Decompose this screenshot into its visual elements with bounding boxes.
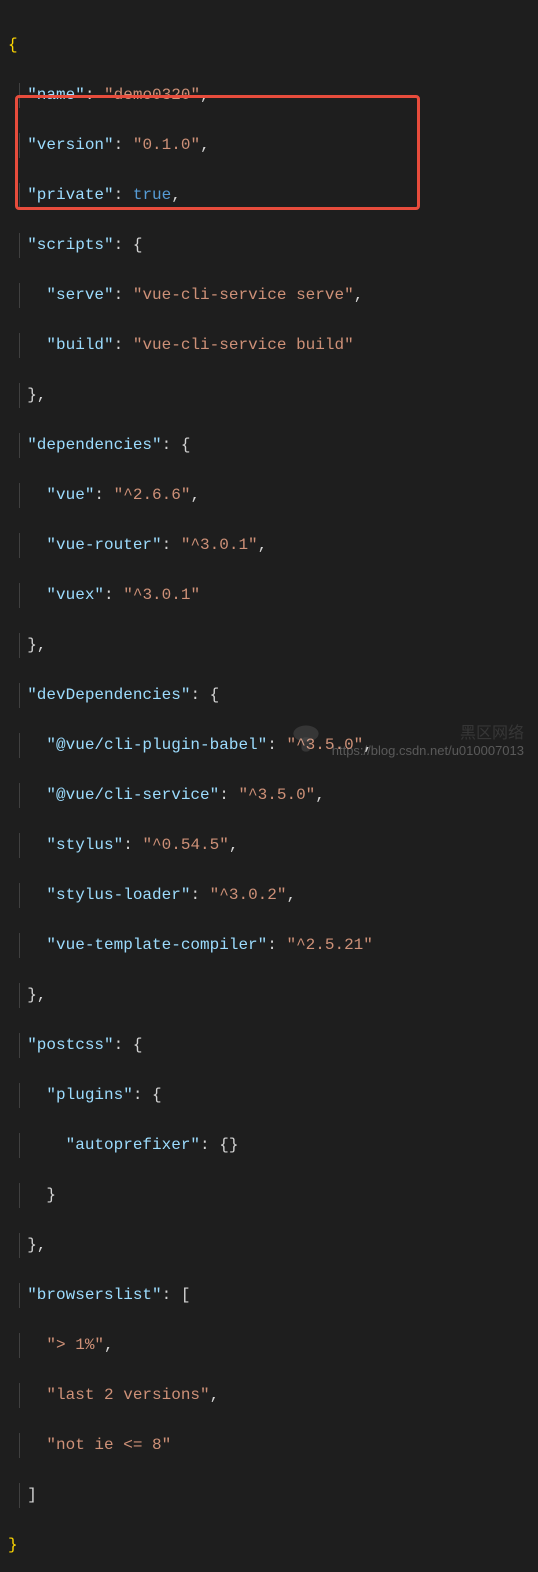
json-value: "^2.6.6" — [114, 486, 191, 504]
code-line: "stylus": "^0.54.5", — [0, 833, 538, 858]
watermark-url: https://blog.csdn.net/u010007013 — [332, 743, 524, 758]
json-key: "name" — [27, 86, 85, 104]
code-editor[interactable]: { "name": "demo0320", "version": "0.1.0"… — [0, 8, 538, 1572]
code-line: } — [0, 1183, 538, 1208]
json-value: "^2.5.21" — [286, 936, 372, 954]
code-line: "vuex": "^3.0.1" — [0, 583, 538, 608]
code-line: }, — [0, 383, 538, 408]
json-value: "^3.0.1" — [181, 536, 258, 554]
code-line: "vue": "^2.6.6", — [0, 483, 538, 508]
json-key: "vuex" — [46, 586, 104, 604]
code-line: }, — [0, 633, 538, 658]
json-value: "vue-cli-service serve" — [133, 286, 354, 304]
watermark: 黑区网络 https://blog.csdn.net/u010007013 — [288, 719, 524, 758]
code-line: "postcss": { — [0, 1033, 538, 1058]
code-line: "serve": "vue-cli-service serve", — [0, 283, 538, 308]
code-line: ] — [0, 1483, 538, 1508]
json-key: "scripts" — [27, 236, 113, 254]
code-line: "private": true, — [0, 183, 538, 208]
code-line: "build": "vue-cli-service build" — [0, 333, 538, 358]
json-key: "@vue/cli-plugin-babel" — [46, 736, 267, 754]
code-line: "> 1%", — [0, 1333, 538, 1358]
json-value: "> 1%" — [46, 1336, 104, 1354]
json-key: "serve" — [46, 286, 113, 304]
json-value: "^0.54.5" — [142, 836, 228, 854]
json-key: "@vue/cli-service" — [46, 786, 219, 804]
code-line: "browserslist": [ — [0, 1283, 538, 1308]
code-line: "dependencies": { — [0, 433, 538, 458]
json-value: "^3.0.2" — [210, 886, 287, 904]
json-value: "0.1.0" — [133, 136, 200, 154]
json-key: "vue" — [46, 486, 94, 504]
code-line: "not ie <= 8" — [0, 1433, 538, 1458]
json-value: "not ie <= 8" — [46, 1436, 171, 1454]
code-line: }, — [0, 1233, 538, 1258]
code-line: } — [0, 1533, 538, 1558]
watermark-title: 黑区网络 — [460, 719, 524, 743]
json-value: "vue-cli-service build" — [133, 336, 354, 354]
code-line: "version": "0.1.0", — [0, 133, 538, 158]
code-line: "vue-template-compiler": "^2.5.21" — [0, 933, 538, 958]
json-key: "dependencies" — [27, 436, 161, 454]
json-key: "vue-template-compiler" — [46, 936, 267, 954]
code-line: "stylus-loader": "^3.0.2", — [0, 883, 538, 908]
code-line: "@vue/cli-service": "^3.5.0", — [0, 783, 538, 808]
json-value: "^3.5.0" — [238, 786, 315, 804]
json-key: "postcss" — [27, 1036, 113, 1054]
json-key: "autoprefixer" — [66, 1136, 200, 1154]
json-value: true — [133, 186, 171, 204]
json-key: "browserslist" — [27, 1286, 161, 1304]
json-key: "stylus-loader" — [46, 886, 190, 904]
mushroom-icon — [288, 721, 324, 757]
json-key: "version" — [27, 136, 113, 154]
code-line: { — [0, 33, 538, 58]
json-key: "devDependencies" — [27, 686, 190, 704]
json-key: "plugins" — [46, 1086, 132, 1104]
json-key: "private" — [27, 186, 113, 204]
json-key: "stylus" — [46, 836, 123, 854]
json-value: "last 2 versions" — [46, 1386, 209, 1404]
json-key: "vue-router" — [46, 536, 161, 554]
code-line: "autoprefixer": {} — [0, 1133, 538, 1158]
json-key: "build" — [46, 336, 113, 354]
json-value: "^3.0.1" — [123, 586, 200, 604]
code-line: "plugins": { — [0, 1083, 538, 1108]
code-line: "last 2 versions", — [0, 1383, 538, 1408]
code-line: "devDependencies": { — [0, 683, 538, 708]
code-line: "vue-router": "^3.0.1", — [0, 533, 538, 558]
code-line: "scripts": { — [0, 233, 538, 258]
code-line: "name": "demo0320", — [0, 83, 538, 108]
json-value: "demo0320" — [104, 86, 200, 104]
code-line: }, — [0, 983, 538, 1008]
